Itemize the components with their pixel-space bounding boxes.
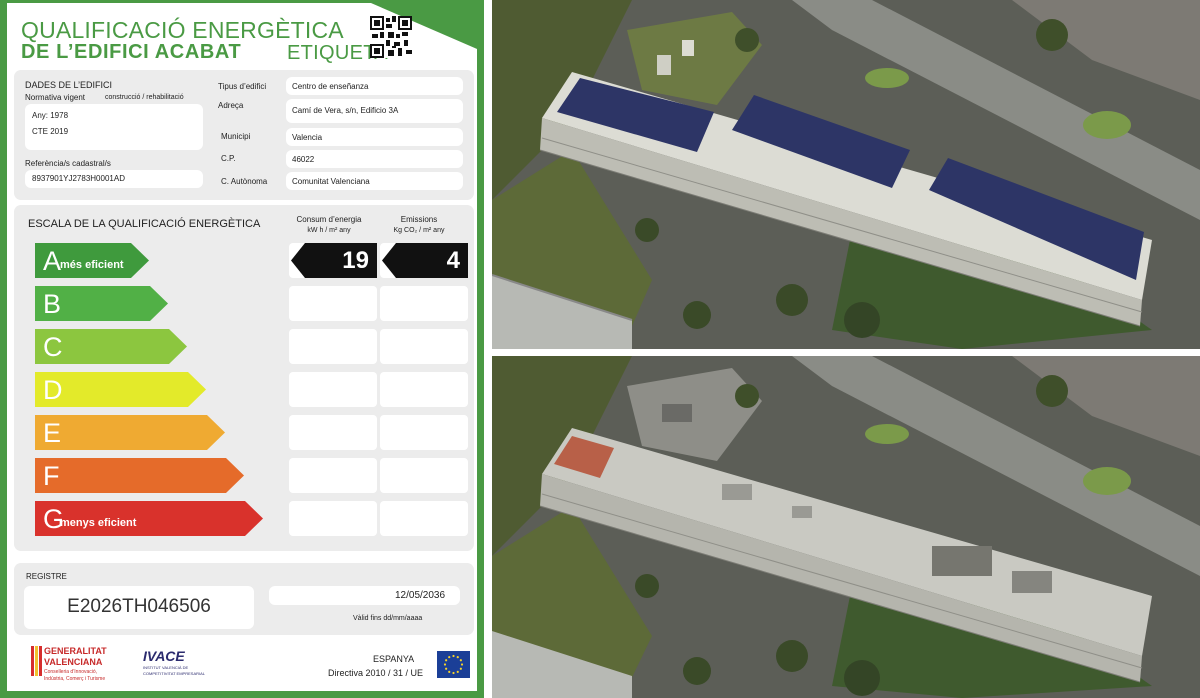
- ivace-sub1: INSTITUT VALENCIÀ DE: [143, 665, 189, 670]
- energy-class-bar-d: D: [35, 372, 206, 407]
- consum-units: kW h / m² any: [307, 227, 351, 234]
- emissions-units: Kg CO₂ / m² any: [393, 227, 445, 234]
- energy-class-letter: C: [43, 332, 63, 362]
- energy-class-bar-c: C: [35, 329, 187, 364]
- aerial-photo-before-image: [492, 356, 1200, 698]
- consum-value-tag-text: 19: [342, 247, 369, 274]
- energy-class-bar-e: E: [35, 415, 225, 450]
- energy-class-letter: B: [43, 289, 62, 319]
- energy-class-sublabel: menys eficient: [60, 517, 137, 529]
- field-label-municipality: Municipi: [221, 132, 251, 141]
- aerial-photo-after: [492, 0, 1200, 349]
- consum-cell-c: [289, 329, 377, 364]
- ivace-sub2: COMPETITIVITAT EMPRESARIAL: [143, 671, 206, 676]
- gva-sub1: Conselleria d’Innovació,: [44, 669, 98, 675]
- emissions-cell-f: [380, 458, 468, 493]
- consum-cell-d: [289, 372, 377, 407]
- directive-label: Directiva 2010 / 31 / UE: [328, 668, 424, 678]
- gva-sub2: Indústria, Comerç i Turisme: [44, 676, 106, 682]
- energy-class-letter: A: [43, 246, 62, 276]
- registry-number: E2026TH046506: [67, 596, 211, 617]
- energy-class-letter: D: [43, 375, 63, 405]
- emissions-value-tag-text: 4: [446, 247, 460, 274]
- country-label: ESPANYA: [373, 654, 415, 664]
- label-title-line2: DE L’EDIFICI ACABAT: [21, 41, 242, 63]
- emissions-cell-c: [380, 329, 468, 364]
- gva-line1: GENERALITAT: [44, 646, 107, 656]
- building-code: CTE 2019: [32, 127, 69, 136]
- label-title-line1: QUALIFICACIÓ ENERGÈTICA: [21, 17, 344, 43]
- cadastral-label: Referència/s cadastral/s: [25, 159, 111, 168]
- field-value-region: Comunitat Valenciana: [292, 177, 370, 186]
- energy-class-letter: F: [43, 461, 60, 491]
- emissions-cell-b: [380, 286, 468, 321]
- ivace-logo-text: IVACE: [143, 648, 185, 664]
- field-value-building-type: Centro de enseñanza: [292, 82, 369, 91]
- building-data-title: DADES DE L’EDIFICI: [25, 80, 113, 90]
- energy-class-bar-a: Amés eficient: [35, 243, 149, 278]
- field-label-building-type: Tipus d’edifici: [218, 82, 267, 91]
- field-value-address: Camí de Vera, s/n, Edificio 3A: [292, 106, 399, 115]
- emissions-cell-e: [380, 415, 468, 450]
- consum-cell-f: [289, 458, 377, 493]
- field-value-municipality: Valencia: [292, 133, 323, 142]
- normativa-label: Normativa vigent: [25, 93, 86, 102]
- eu-flag-icon: [437, 651, 470, 678]
- field-label-postal-code: C.P.: [221, 154, 236, 163]
- page: QUALIFICACIÓ ENERGÈTICA DE L’EDIFICI ACA…: [0, 0, 1200, 698]
- consum-cell-b: [289, 286, 377, 321]
- qr-code-icon: [370, 16, 412, 58]
- energy-class-letter: E: [43, 418, 62, 448]
- emissions-cell-d: [380, 372, 468, 407]
- normativa-sub: construcció / rehabilitació: [105, 94, 184, 101]
- scale-title: ESCALA DE LA QUALIFICACIÓ ENERGÈTICA: [28, 218, 261, 230]
- field-label-region: C. Autònoma: [221, 177, 268, 186]
- construction-year: Any: 1978: [32, 111, 69, 120]
- emissions-value-tag: 4: [382, 243, 468, 278]
- validity-label: Vàlid fins dd/mm/aaaa: [353, 615, 423, 622]
- consum-cell-e: [289, 415, 377, 450]
- cadastral-value: 8937901YJ2783H0001AD: [32, 174, 125, 183]
- emissions-cell-g: [380, 501, 468, 536]
- energy-class-bar-f: F: [35, 458, 244, 493]
- consum-value-tag: 19: [291, 243, 377, 278]
- gva-line2: VALENCIANA: [44, 657, 103, 667]
- field-label-address: Adreça: [218, 101, 244, 110]
- aerial-photo-before: [492, 356, 1200, 698]
- field-value-postal-code: 46022: [292, 155, 315, 164]
- energy-class-sublabel: més eficient: [60, 259, 124, 271]
- energy-class-bar-b: B: [35, 286, 168, 321]
- energy-class-bar-g: Gmenys eficient: [35, 501, 263, 536]
- energy-certificate-label: QUALIFICACIÓ ENERGÈTICA DE L’EDIFICI ACA…: [0, 0, 484, 698]
- consum-cell-g: [289, 501, 377, 536]
- emissions-header: Emissions: [400, 215, 438, 224]
- aerial-photo-after-image: [492, 0, 1200, 349]
- validity-date: 12/05/2036: [395, 590, 446, 601]
- consum-header: Consum d’energia: [296, 215, 362, 224]
- registry-label: REGISTRE: [26, 572, 67, 581]
